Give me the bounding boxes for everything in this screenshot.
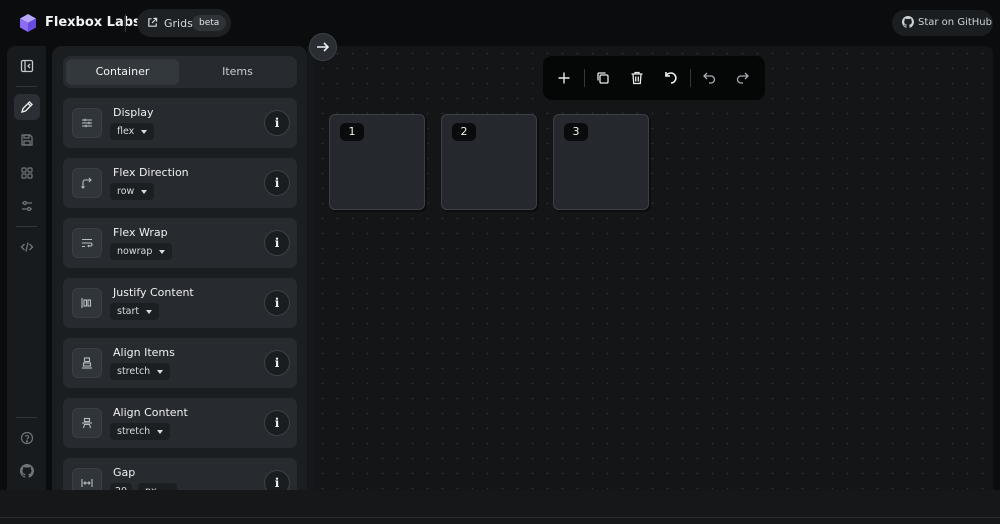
github-rail-button[interactable] xyxy=(14,458,40,484)
panel-resize-strip[interactable] xyxy=(307,46,315,490)
chevron-down-icon xyxy=(146,310,153,314)
external-link-icon xyxy=(147,17,158,28)
flex-item[interactable]: 2 xyxy=(441,114,537,210)
bottom-divider xyxy=(0,517,1000,518)
flex-wrap-label: Flex Wrap xyxy=(113,226,168,239)
flex-direction-select[interactable]: row xyxy=(110,183,155,200)
tab-items[interactable]: Items xyxy=(181,59,294,85)
collapse-panel-button[interactable] xyxy=(14,53,40,79)
undo-button[interactable] xyxy=(699,68,719,88)
code-button[interactable] xyxy=(14,234,40,260)
flex-wrap-select[interactable]: nowrap xyxy=(110,243,173,260)
bottom-bar xyxy=(0,490,1000,524)
flexbox-labs-logo-icon[interactable] xyxy=(18,13,38,33)
display-select[interactable]: flex xyxy=(110,123,155,140)
toolbar-divider xyxy=(690,69,691,87)
flex-direction-property: Flex Direction row i xyxy=(63,158,297,208)
redo-button[interactable] xyxy=(733,68,753,88)
grids-link-button[interactable]: Grids beta xyxy=(137,9,231,37)
flex-item[interactable]: 1 xyxy=(329,114,425,210)
toggle-panel-button[interactable] xyxy=(309,33,337,61)
sliders-icon xyxy=(72,108,102,138)
panel-tabs: Container Items xyxy=(63,56,297,88)
beta-badge: beta xyxy=(192,15,227,31)
align-content-select[interactable]: stretch xyxy=(110,423,171,440)
github-icon xyxy=(902,16,914,28)
top-bar: Flexbox Labs Grids beta Star on GitHub xyxy=(0,0,1000,46)
edit-button[interactable] xyxy=(14,94,40,120)
tab-container[interactable]: Container xyxy=(66,59,179,85)
save-button[interactable] xyxy=(14,127,40,153)
settings-button[interactable] xyxy=(14,193,40,219)
chevron-down-icon xyxy=(141,130,148,134)
justify-content-label: Justify Content xyxy=(113,286,194,299)
trash-icon xyxy=(627,68,647,88)
flex-direction-label: Flex Direction xyxy=(113,166,189,179)
info-button[interactable]: i xyxy=(264,110,290,136)
justify-start-icon xyxy=(72,288,102,318)
justify-content-value: start xyxy=(117,306,140,317)
align-items-value: stretch xyxy=(117,366,151,377)
align-items-select[interactable]: stretch xyxy=(110,363,171,380)
flex-item-number: 1 xyxy=(340,123,364,141)
align-content-value: stretch xyxy=(117,426,151,437)
flex-direction-value: row xyxy=(117,186,135,197)
justify-content-select[interactable]: start xyxy=(110,303,160,320)
rail-divider xyxy=(16,417,37,418)
rail-divider xyxy=(16,226,37,227)
align-content-property: Align Content stretch i xyxy=(63,398,297,448)
brand-divider xyxy=(125,14,126,32)
flex-item[interactable]: 3 xyxy=(553,114,649,210)
chevron-down-icon xyxy=(157,430,164,434)
display-value: flex xyxy=(117,126,135,137)
wrap-text-icon xyxy=(72,228,102,258)
info-button[interactable]: i xyxy=(264,170,290,196)
chevron-down-icon xyxy=(157,370,164,374)
plus-icon xyxy=(554,68,574,88)
help-button[interactable] xyxy=(14,425,40,451)
info-button[interactable]: i xyxy=(264,350,290,376)
display-property: Display flex i xyxy=(63,98,297,148)
grids-label: Grids xyxy=(164,17,193,30)
align-items-property: Align Items stretch i xyxy=(63,338,297,388)
duplicate-button[interactable] xyxy=(593,68,613,88)
gap-label: Gap xyxy=(113,466,136,479)
layouts-button[interactable] xyxy=(14,160,40,186)
flex-wrap-value: nowrap xyxy=(117,246,153,257)
justify-content-property: Justify Content start i xyxy=(63,278,297,328)
delete-button[interactable] xyxy=(627,68,647,88)
brand-name[interactable]: Flexbox Labs xyxy=(45,15,141,30)
flex-item-number: 3 xyxy=(564,123,588,141)
undo-icon xyxy=(699,68,719,88)
align-items-label: Align Items xyxy=(113,346,175,359)
add-item-button[interactable] xyxy=(554,68,574,88)
redo-icon xyxy=(733,68,753,88)
canvas-toolbar xyxy=(543,56,765,100)
chevron-down-icon xyxy=(141,190,148,194)
reset-icon xyxy=(661,68,681,88)
duplicate-icon xyxy=(593,68,613,88)
flex-item-number: 2 xyxy=(452,123,476,141)
properties-panel: Container Items Display flex i Flex Dire… xyxy=(52,46,307,516)
flex-canvas[interactable] xyxy=(315,46,993,490)
star-on-github-button[interactable]: Star on GitHub xyxy=(892,10,993,36)
align-content-label: Align Content xyxy=(113,406,188,419)
align-items-icon xyxy=(72,348,102,378)
github-label: Star on GitHub xyxy=(918,17,992,28)
info-button[interactable]: i xyxy=(264,230,290,256)
info-button[interactable]: i xyxy=(264,410,290,436)
info-button[interactable]: i xyxy=(264,290,290,316)
reset-button[interactable] xyxy=(661,68,681,88)
direction-arrow-icon xyxy=(72,168,102,198)
align-content-icon xyxy=(72,408,102,438)
display-label: Display xyxy=(113,106,154,119)
chevron-down-icon xyxy=(159,250,166,254)
toolbar-divider xyxy=(584,69,585,87)
icon-rail xyxy=(7,46,46,490)
flex-wrap-property: Flex Wrap nowrap i xyxy=(63,218,297,268)
rail-divider xyxy=(16,86,37,87)
